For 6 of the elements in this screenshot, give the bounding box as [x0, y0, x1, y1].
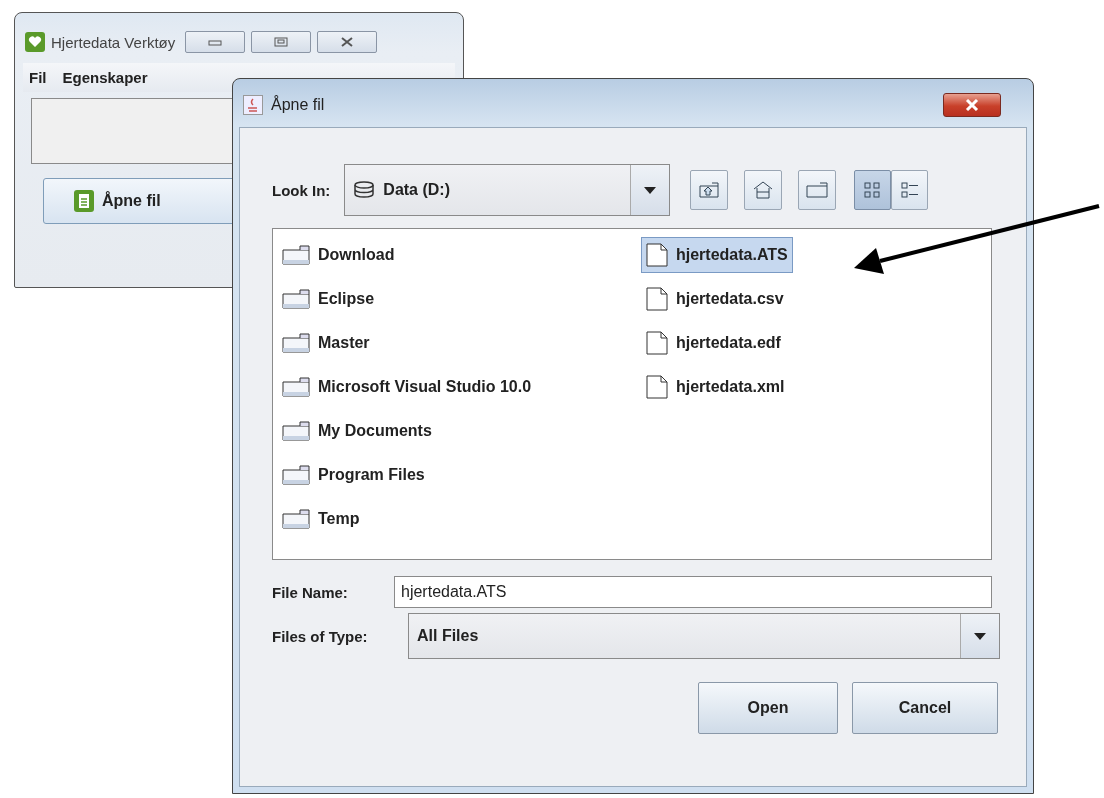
look-in-label: Look In: [272, 181, 331, 199]
file-name-label: File Name: [272, 583, 349, 601]
dialog-title: Åpne fil [271, 96, 326, 114]
window-title: Hjertedata Verktøy [51, 33, 176, 51]
drive-name: Data (D:) [383, 181, 450, 199]
file-type-label: Files of Type: [272, 627, 369, 645]
